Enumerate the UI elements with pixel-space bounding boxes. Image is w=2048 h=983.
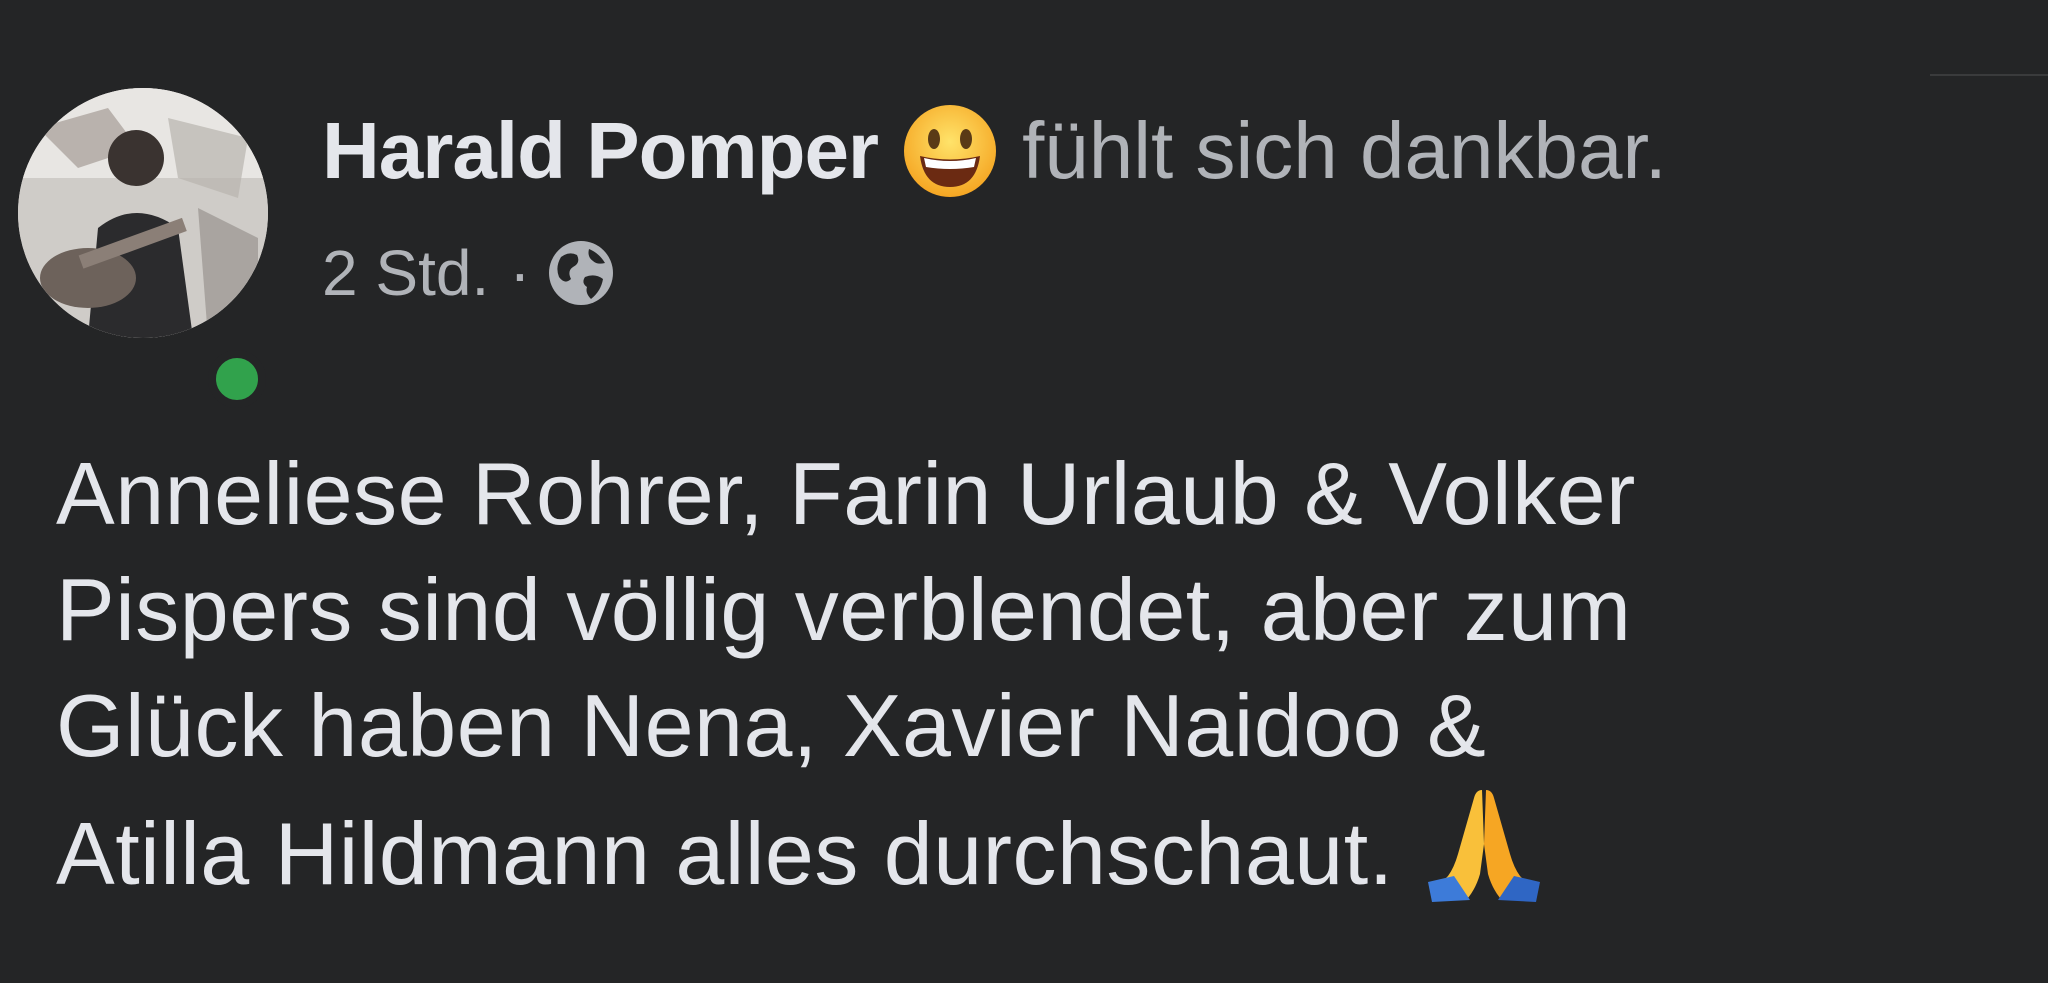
- post-meta: 2 Std. ·: [322, 228, 617, 318]
- facebook-post: Harald Pomper fühlt sich dankbar. 2 Std.…: [0, 0, 2048, 983]
- post-body: Anneliese Rohrer, Farin Urlaub & Volker …: [56, 436, 2036, 912]
- post-body-line: Pispers sind völlig verblendet, aber zum: [56, 560, 1632, 659]
- post-header: Harald Pomper fühlt sich dankbar.: [322, 96, 1667, 206]
- globe-icon[interactable]: [545, 237, 617, 309]
- meta-separator: ·: [509, 237, 531, 309]
- divider: [1930, 74, 2048, 76]
- post-body-line: Glück haben Nena, Xavier Naidoo &: [56, 676, 1487, 775]
- post-timestamp[interactable]: 2 Std.: [322, 236, 489, 310]
- grinning-face-emoji-icon: [904, 105, 997, 197]
- post-body-last-line: Atilla Hildmann alles durchschaut.: [56, 784, 2036, 912]
- feeling-status: fühlt sich dankbar.: [1022, 106, 1667, 195]
- folded-hands-emoji-icon: [1427, 790, 1540, 902]
- post-body-line: Atilla Hildmann alles durchschaut.: [56, 804, 1394, 903]
- profile-picture[interactable]: [18, 88, 268, 338]
- author-name[interactable]: Harald Pomper: [322, 105, 879, 197]
- avatar[interactable]: [18, 88, 268, 408]
- online-status-dot: [208, 350, 266, 408]
- post-body-line: Anneliese Rohrer, Farin Urlaub & Volker: [56, 444, 1636, 543]
